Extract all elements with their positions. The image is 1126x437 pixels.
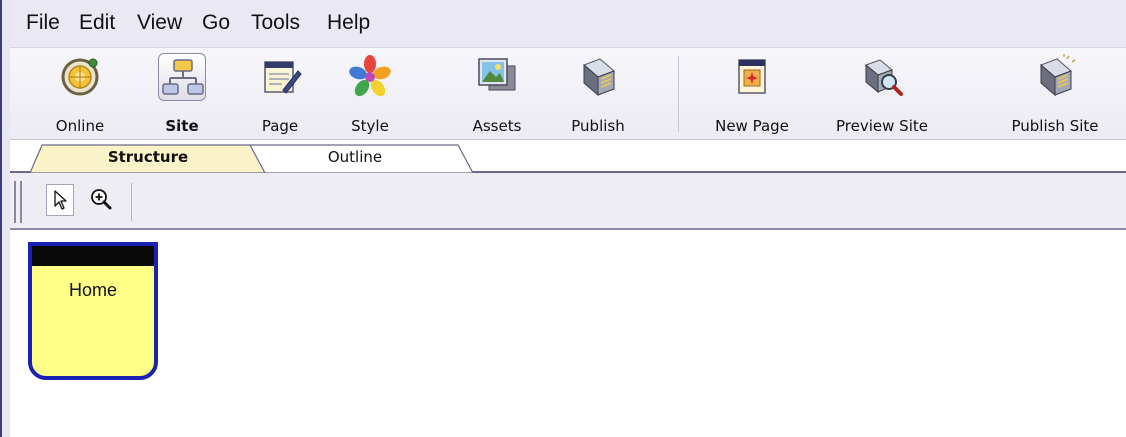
site-label: Site xyxy=(165,117,199,135)
menu-tools[interactable]: Tools xyxy=(251,11,300,35)
page-label: Page xyxy=(261,117,299,135)
image-stack-icon xyxy=(473,53,521,101)
page-button[interactable]: Page xyxy=(240,48,320,140)
new-page-button[interactable]: New Page xyxy=(704,48,800,140)
menu-go[interactable]: Go xyxy=(202,11,230,35)
publish-button[interactable]: Publish xyxy=(556,48,640,140)
tab-structure-label: Structure xyxy=(107,148,189,166)
online-label: Online xyxy=(55,117,105,135)
notepad-icon xyxy=(256,53,304,101)
preview-site-label: Preview Site xyxy=(836,117,928,135)
new-page-label: New Page xyxy=(715,117,789,135)
publish-site-button[interactable]: Publish Site xyxy=(992,48,1118,140)
toolbar-grip-line xyxy=(20,181,22,223)
site-button[interactable]: Site xyxy=(152,48,212,140)
menu-bar: File Edit View Go Tools Help xyxy=(10,0,1126,48)
page-node-header xyxy=(32,246,154,266)
window-left-border xyxy=(0,0,10,437)
globe-icon xyxy=(56,53,104,101)
publish-site-label: Publish Site xyxy=(1011,117,1099,135)
tab-outline-label: Outline xyxy=(327,148,383,166)
menu-file[interactable]: File xyxy=(26,11,60,35)
color-wheel-icon xyxy=(346,53,394,101)
page-node-home[interactable]: Home xyxy=(28,242,158,380)
view-toolbar-separator xyxy=(131,183,132,221)
magnifier-pages-icon xyxy=(858,53,906,101)
new-page-icon xyxy=(728,53,776,101)
assets-label: Assets xyxy=(472,117,522,135)
page-node-title: Home xyxy=(68,280,117,300)
pointer-tool-button[interactable] xyxy=(46,184,74,216)
view-tab-strip: Outline Structure xyxy=(10,140,1126,173)
menu-view[interactable]: View xyxy=(137,11,182,35)
assets-button[interactable]: Assets xyxy=(462,48,532,140)
site-structure-canvas[interactable]: Home xyxy=(10,230,1126,437)
online-button[interactable]: Online xyxy=(40,48,120,140)
toolbar-grip[interactable] xyxy=(14,181,16,223)
publish-label: Publish xyxy=(571,117,625,135)
style-label: Style xyxy=(351,117,389,135)
tab-structure[interactable]: Structure xyxy=(30,144,266,173)
menu-edit[interactable]: Edit xyxy=(79,11,115,35)
main-toolbar: Online Site Page Style Assets Publish Ne… xyxy=(10,48,1126,140)
view-toolbar xyxy=(10,173,1126,230)
page-stack-icon xyxy=(574,53,622,101)
sitemap-icon xyxy=(158,53,206,101)
style-button[interactable]: Style xyxy=(330,48,410,140)
toolbar-separator xyxy=(678,56,679,132)
zoom-tool-button[interactable] xyxy=(86,184,114,216)
pointer-arrow-icon xyxy=(54,190,67,210)
preview-site-button[interactable]: Preview Site xyxy=(820,48,944,140)
menu-help[interactable]: Help xyxy=(327,11,370,35)
zoom-in-icon xyxy=(91,189,112,210)
tab-outline[interactable]: Outline xyxy=(236,144,474,173)
publish-stack-icon xyxy=(1031,53,1079,101)
